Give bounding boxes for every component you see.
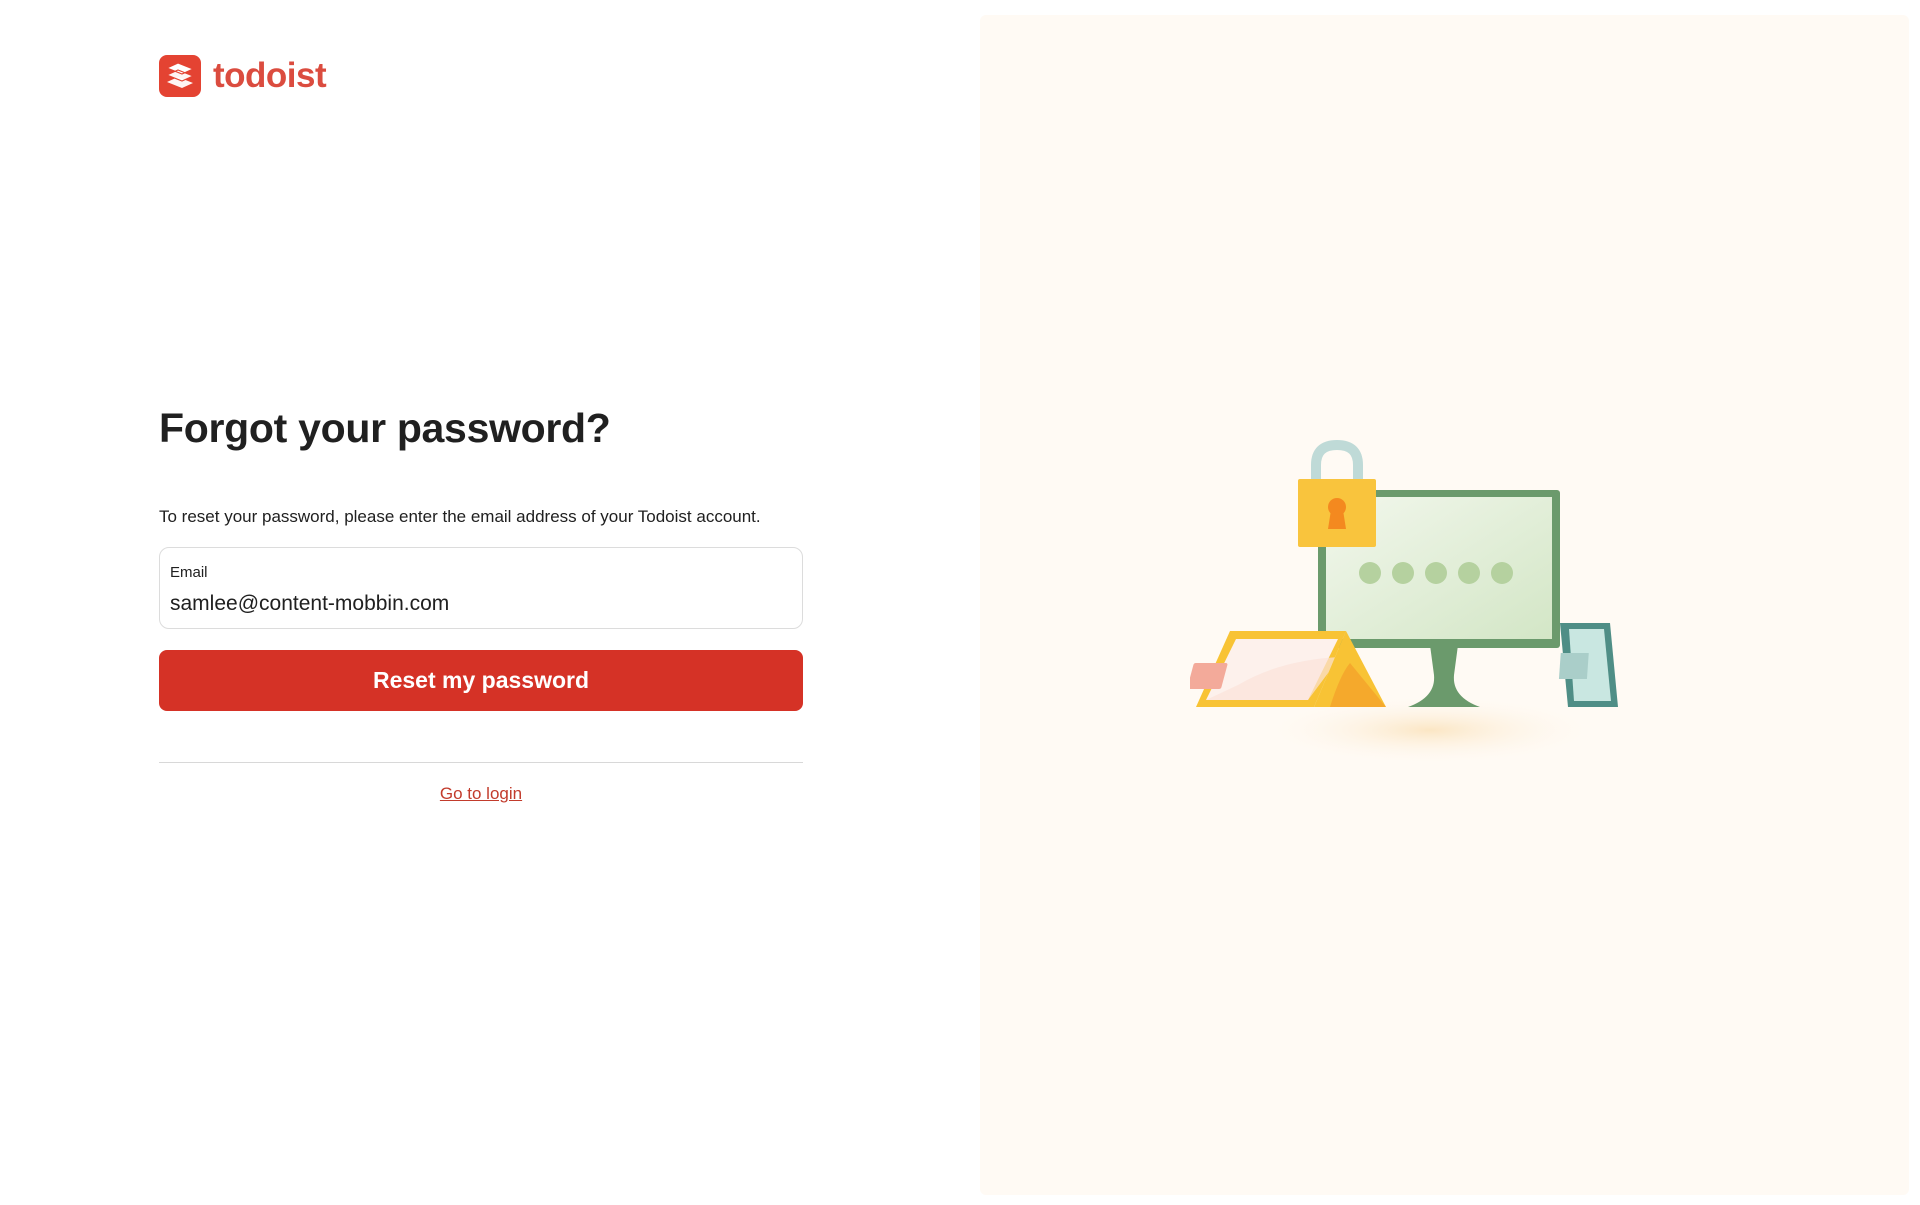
reset-password-button[interactable]: Reset my password <box>159 650 803 711</box>
todoist-logo-icon <box>159 55 201 97</box>
padlock-icon <box>1298 439 1376 547</box>
reset-description: To reset your password, please enter the… <box>159 507 761 526</box>
email-input[interactable] <box>170 590 770 618</box>
page-title: Forgot your password? <box>159 405 611 451</box>
todoist-logo[interactable]: todoist <box>159 55 327 97</box>
go-to-login-link[interactable]: Go to login <box>159 784 803 804</box>
phone-icon <box>1558 623 1618 707</box>
divider <box>159 762 803 763</box>
left-panel: todoist Forgot your password? To reset y… <box>0 0 980 1205</box>
email-field[interactable]: Email <box>159 547 803 629</box>
brand-name: todoist <box>213 56 327 95</box>
email-label: Email <box>170 564 208 581</box>
security-illustration <box>1190 439 1618 765</box>
